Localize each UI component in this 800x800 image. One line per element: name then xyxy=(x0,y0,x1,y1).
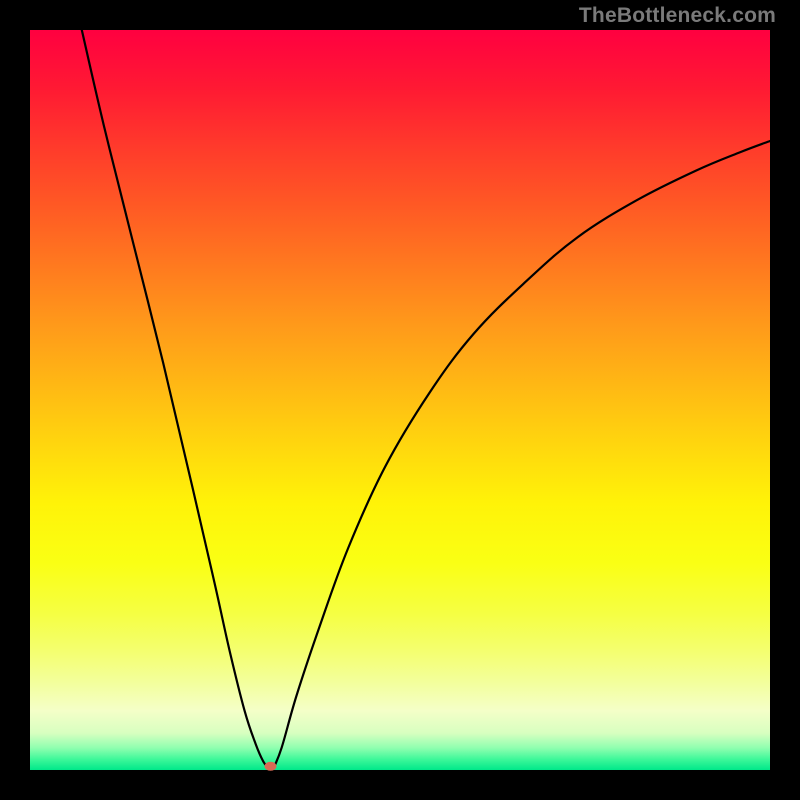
bottleneck-curve-right xyxy=(273,141,770,770)
optimal-marker xyxy=(265,762,277,771)
watermark-text: TheBottleneck.com xyxy=(579,4,776,28)
chart-frame: TheBottleneck.com xyxy=(0,0,800,800)
curve-layer xyxy=(30,30,770,770)
bottleneck-curve-left xyxy=(82,30,273,770)
